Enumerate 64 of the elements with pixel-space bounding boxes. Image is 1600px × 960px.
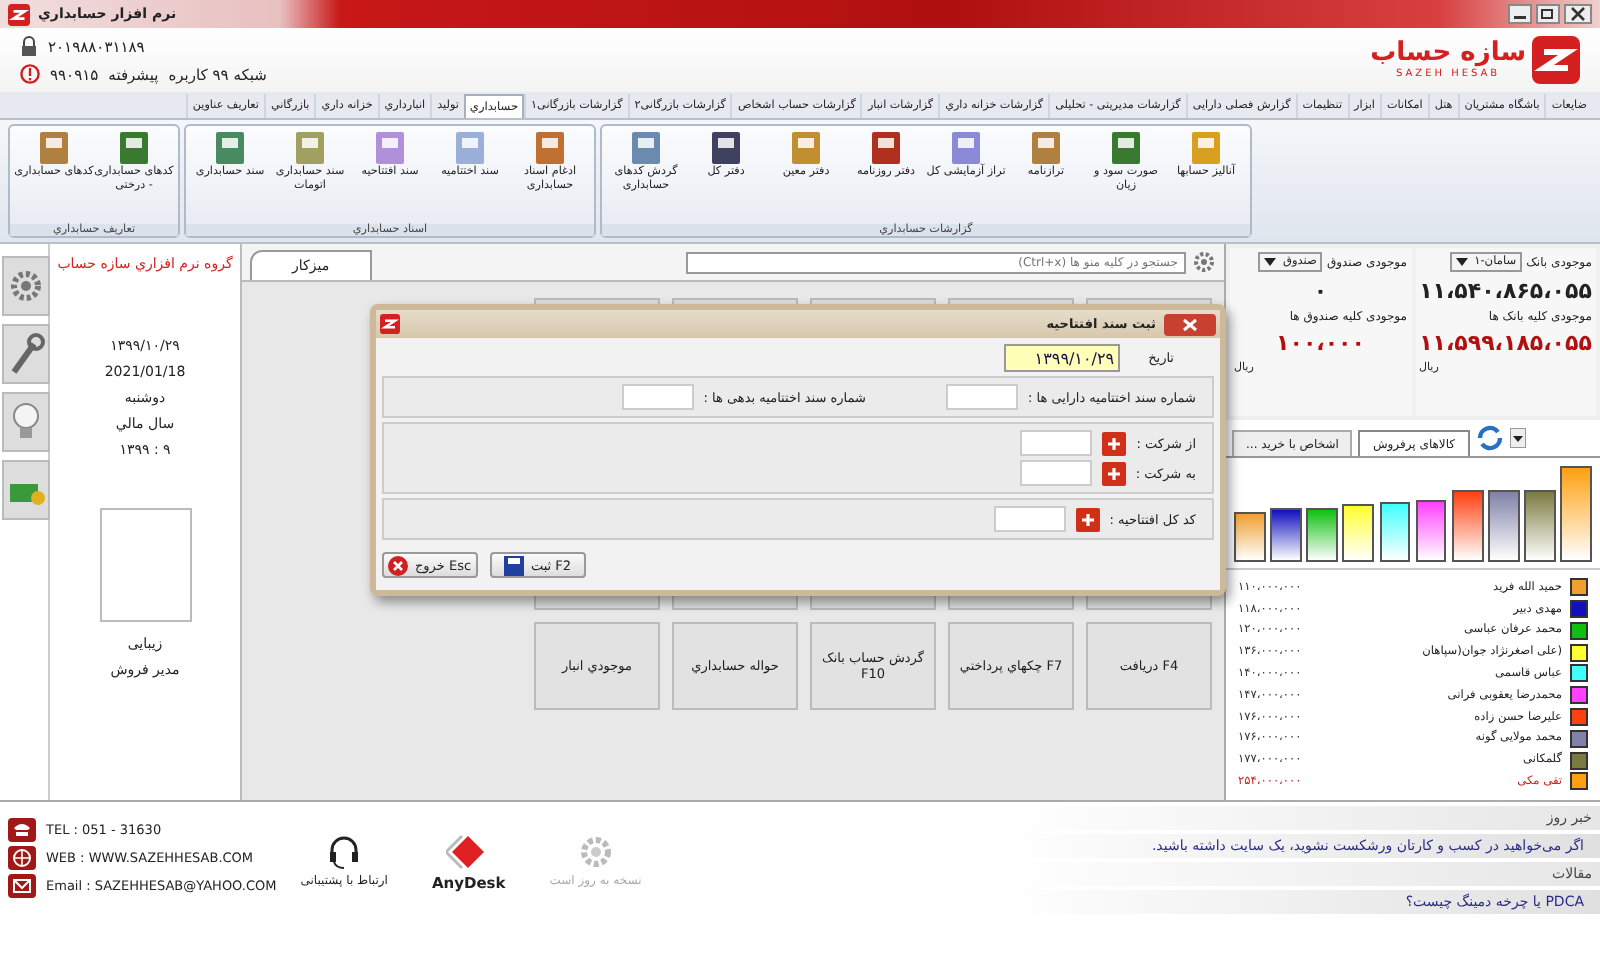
lock-icon bbox=[20, 36, 38, 56]
envelope-icon bbox=[8, 874, 36, 898]
book-icon bbox=[626, 130, 666, 166]
refresh-icon[interactable] bbox=[1475, 424, 1504, 452]
settings-icon[interactable] bbox=[1192, 250, 1216, 274]
book-icon bbox=[706, 130, 746, 166]
photo-placeholder bbox=[99, 508, 191, 622]
chart-bar bbox=[1270, 508, 1302, 562]
all-banks-balance: ۱۱،۵۹۹،۱۸۵،۰۵۵ bbox=[1419, 330, 1592, 356]
logo-name: سازه حساب bbox=[1370, 40, 1526, 68]
book-icon bbox=[290, 130, 330, 166]
money-icon[interactable] bbox=[2, 460, 50, 520]
settings-icon[interactable] bbox=[2, 256, 50, 316]
input-field[interactable] bbox=[1020, 430, 1093, 456]
book-icon bbox=[1106, 130, 1146, 166]
phone-icon bbox=[8, 818, 36, 842]
cash-balance: ۰ bbox=[1313, 278, 1328, 304]
input-field[interactable] bbox=[621, 384, 694, 410]
chart-bar bbox=[1306, 508, 1338, 562]
book-icon bbox=[114, 130, 154, 166]
chart-bar bbox=[1560, 466, 1593, 562]
book-icon bbox=[450, 130, 490, 166]
book-icon bbox=[786, 130, 826, 166]
input-field[interactable] bbox=[993, 506, 1066, 532]
close-icon bbox=[388, 555, 409, 575]
chart-bar bbox=[1234, 511, 1266, 562]
book-icon bbox=[1186, 130, 1226, 166]
logo-icon bbox=[1532, 36, 1580, 84]
dropdown-arrow-icon[interactable] bbox=[1509, 428, 1526, 448]
close-icon[interactable] bbox=[1164, 313, 1216, 335]
chart-bar bbox=[1415, 499, 1447, 562]
bank-balance: ۱۱،۵۴۰،۸۶۵،۰۵۵ bbox=[1419, 278, 1592, 304]
date-field[interactable]: ۱۳۹۹/۱۰/۲۹ bbox=[1004, 344, 1121, 372]
plus-icon[interactable] bbox=[1075, 507, 1100, 531]
book-icon bbox=[370, 130, 410, 166]
book-icon bbox=[946, 130, 986, 166]
chart-bar bbox=[1379, 501, 1411, 562]
all-cash-balance: ۱۰۰،۰۰۰ bbox=[1276, 330, 1365, 356]
lightbulb-icon[interactable] bbox=[2, 392, 50, 452]
headset-icon bbox=[328, 834, 361, 870]
dropdown-arrow-icon bbox=[1264, 258, 1277, 266]
wrench-icon[interactable] bbox=[2, 324, 50, 384]
chart-bar bbox=[1524, 490, 1556, 562]
book-icon bbox=[34, 130, 74, 166]
book-icon bbox=[210, 130, 250, 166]
info-icon bbox=[20, 64, 40, 84]
chart-bar bbox=[1342, 503, 1375, 562]
plus-icon[interactable] bbox=[1101, 461, 1126, 485]
input-field[interactable] bbox=[945, 384, 1018, 410]
globe-icon bbox=[8, 846, 36, 870]
plus-icon[interactable] bbox=[1102, 431, 1127, 455]
book-icon bbox=[530, 130, 570, 166]
chart-bar bbox=[1488, 490, 1520, 562]
input-field[interactable] bbox=[1019, 460, 1092, 486]
book-icon bbox=[866, 130, 906, 166]
close-icon[interactable] bbox=[1564, 4, 1592, 24]
minimize-icon[interactable] bbox=[1508, 4, 1532, 24]
app-logo-icon bbox=[380, 314, 400, 334]
chart-bar bbox=[1451, 490, 1484, 562]
gear-icon bbox=[577, 834, 614, 870]
dropdown-arrow-icon bbox=[1456, 258, 1469, 266]
book-icon bbox=[1026, 130, 1066, 166]
app-logo-icon bbox=[8, 3, 30, 25]
restore-icon[interactable] bbox=[1536, 4, 1560, 24]
